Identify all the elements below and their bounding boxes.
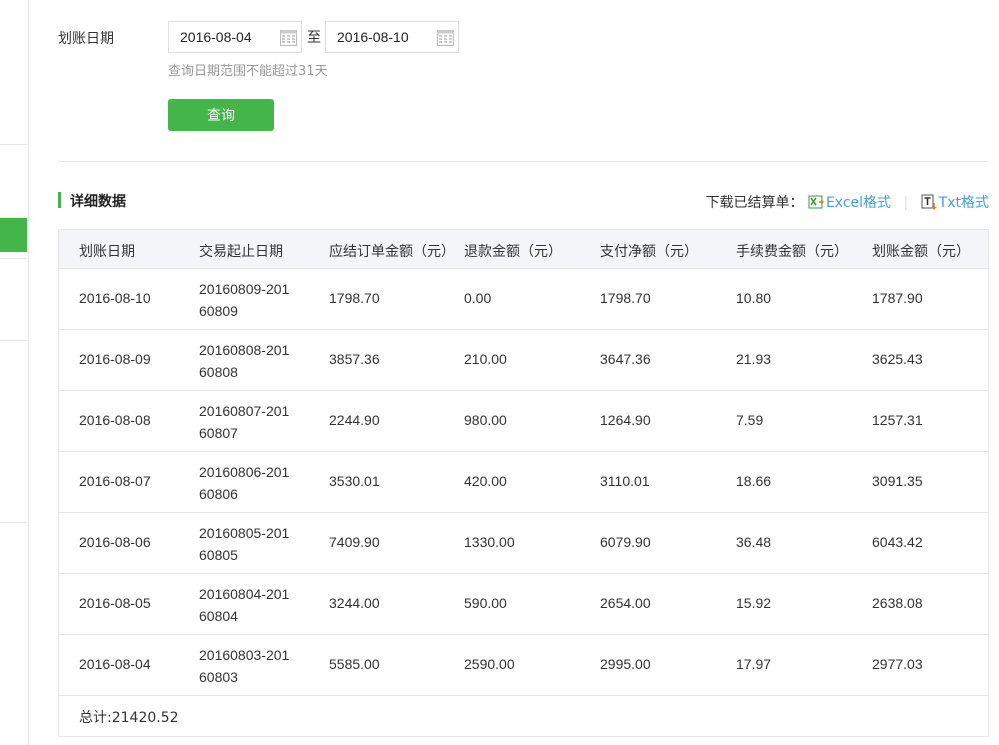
cell-net: 6079.90	[600, 534, 651, 550]
cell-refund: 1330.00	[464, 534, 515, 550]
total-amount: 总计:21420.52	[79, 710, 179, 726]
download-bar: 下载已结算单： Excel格式 | Txt格式	[705, 192, 989, 212]
cell-transfer: 6043.42	[872, 534, 923, 550]
cell-net: 3110.01	[600, 473, 650, 489]
cell-range: 20160807-20160807	[199, 403, 290, 441]
header-transfer-amount: 划账金额（元）	[872, 244, 970, 260]
settlement-table: 划账日期 交易起止日期 应结订单金额（元） 退款金额（元） 支付净额（元） 手续…	[58, 229, 989, 737]
cell-date: 2016-08-07	[79, 473, 151, 489]
cell-order: 5585.00	[329, 656, 380, 672]
excel-download-link[interactable]: Excel格式	[826, 195, 891, 211]
sidebar-divider	[0, 340, 27, 341]
start-date-input[interactable]: 2016-08-04	[168, 21, 302, 53]
cell-range: 20160809-20160809	[199, 281, 290, 319]
cell-fee: 10.80	[736, 290, 772, 306]
cell-fee: 7.59	[736, 412, 764, 428]
range-separator: 至	[307, 30, 321, 46]
cell-range: 20160808-20160808	[199, 342, 290, 380]
cell-date: 2016-08-10	[79, 290, 151, 306]
cell-order: 1798.70	[329, 290, 380, 306]
end-date-value: 2016-08-10	[337, 29, 409, 45]
cell-net: 2995.00	[600, 656, 651, 672]
cell-date: 2016-08-08	[79, 412, 151, 428]
cell-transfer: 2638.08	[872, 595, 923, 611]
date-range-hint: 查询日期范围不能超过31天	[168, 64, 328, 79]
table-row: 2016-08-10 20160809-20160809 1798.70 0.0…	[59, 269, 988, 330]
sidebar-divider	[0, 258, 27, 259]
table-row: 2016-08-08 20160807-20160807 2244.90 980…	[59, 391, 988, 452]
sidebar-divider	[0, 522, 27, 523]
table-row: 2016-08-09 20160808-20160808 3857.36 210…	[59, 330, 988, 391]
cell-refund: 980.00	[464, 412, 507, 428]
cell-range: 20160805-20160805	[199, 525, 290, 563]
header-order-amount: 应结订单金额（元）	[329, 244, 455, 260]
header-trade-range: 交易起止日期	[199, 244, 283, 260]
link-separator: |	[903, 195, 909, 211]
table-header: 划账日期 交易起止日期 应结订单金额（元） 退款金额（元） 支付净额（元） 手续…	[59, 230, 988, 269]
cell-order: 3530.01	[329, 473, 380, 489]
calendar-icon[interactable]	[437, 28, 454, 46]
sidebar-divider	[0, 144, 27, 145]
query-button[interactable]: 查询	[168, 99, 274, 131]
cell-transfer: 1257.31	[872, 412, 923, 428]
cell-fee: 21.93	[736, 351, 772, 367]
cell-transfer: 1787.90	[872, 290, 923, 306]
cell-fee: 18.66	[736, 473, 772, 489]
excel-icon[interactable]	[808, 194, 824, 210]
cell-fee: 15.92	[736, 595, 772, 611]
cell-order: 3857.36	[329, 351, 380, 367]
cell-order: 3244.00	[329, 595, 380, 611]
cell-refund: 590.00	[464, 595, 507, 611]
cell-net: 1798.70	[600, 290, 651, 306]
cell-net: 2654.00	[600, 595, 651, 611]
cell-range: 20160804-20160804	[199, 586, 290, 624]
section-accent-bar	[58, 192, 61, 208]
cell-transfer: 3625.43	[872, 351, 923, 367]
cell-order: 2244.90	[329, 412, 380, 428]
cell-refund: 420.00	[464, 473, 507, 489]
cell-refund: 2590.00	[464, 656, 515, 672]
cell-date: 2016-08-04	[79, 656, 151, 672]
download-label: 下载已结算单：	[705, 195, 804, 211]
table-row: 2016-08-07 20160806-20160806 3530.01 420…	[59, 452, 988, 513]
date-label: 划账日期	[58, 31, 114, 47]
header-net-amount: 支付净额（元）	[600, 244, 698, 260]
cell-fee: 17.97	[736, 656, 772, 672]
cell-date: 2016-08-09	[79, 351, 151, 367]
calendar-icon[interactable]	[280, 28, 297, 46]
section-title: 详细数据	[70, 194, 126, 210]
cell-net: 3647.36	[600, 351, 651, 367]
table-row: 2016-08-04 20160803-20160803 5585.00 259…	[59, 635, 988, 696]
cell-net: 1264.90	[600, 412, 651, 428]
divider	[58, 161, 989, 162]
cell-date: 2016-08-06	[79, 534, 151, 550]
cell-transfer: 2977.03	[872, 656, 923, 672]
table-row: 2016-08-05 20160804-20160804 3244.00 590…	[59, 574, 988, 635]
end-date-input[interactable]: 2016-08-10	[325, 21, 459, 53]
sidebar-active-item[interactable]	[0, 218, 27, 252]
table-total-row: 总计:21420.52	[59, 696, 988, 737]
start-date-value: 2016-08-04	[180, 29, 252, 45]
txt-icon[interactable]	[921, 194, 937, 210]
cell-date: 2016-08-05	[79, 595, 151, 611]
left-sidebar	[0, 0, 29, 745]
header-fee-amount: 手续费金额（元）	[736, 244, 848, 260]
cell-order: 7409.90	[329, 534, 380, 550]
cell-range: 20160806-20160806	[199, 464, 290, 502]
cell-transfer: 3091.35	[872, 473, 923, 489]
txt-download-link[interactable]: Txt格式	[939, 195, 989, 211]
table-row: 2016-08-06 20160805-20160805 7409.90 133…	[59, 513, 988, 574]
cell-range: 20160803-20160803	[199, 647, 290, 685]
cell-fee: 36.48	[736, 534, 772, 550]
header-refund-amount: 退款金额（元）	[464, 244, 562, 260]
cell-refund: 210.00	[464, 351, 507, 367]
cell-refund: 0.00	[464, 290, 492, 306]
header-transfer-date: 划账日期	[79, 244, 135, 260]
